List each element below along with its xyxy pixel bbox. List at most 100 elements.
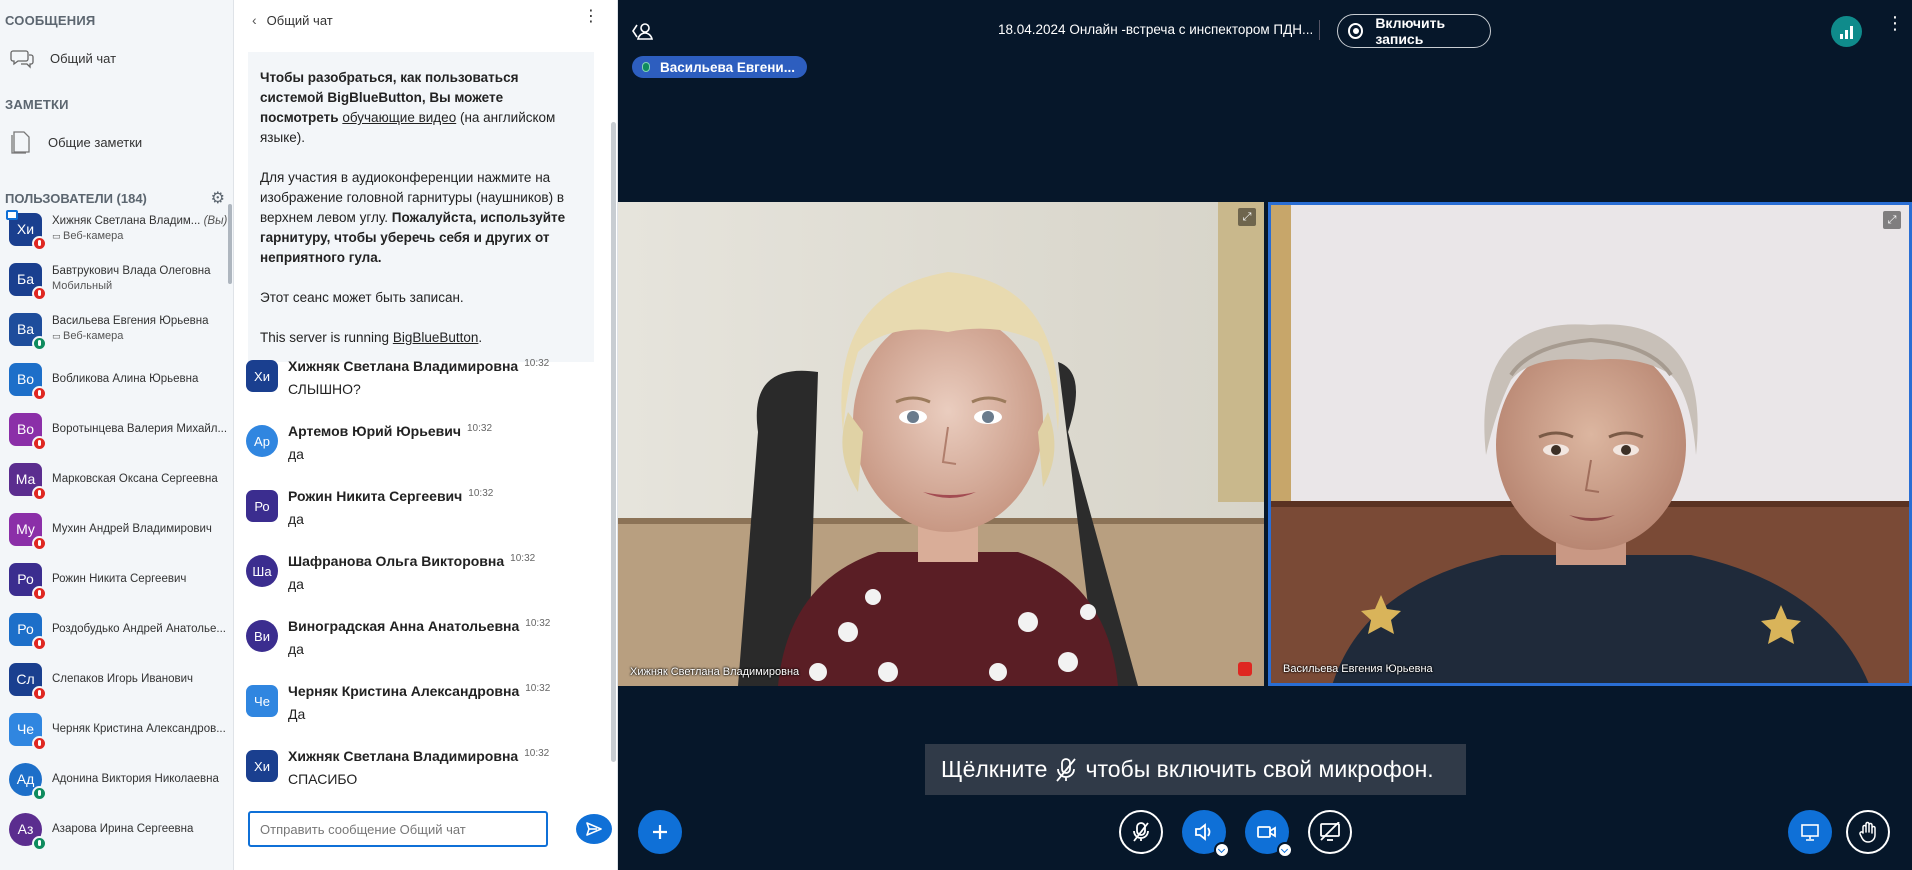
chevron-down-icon[interactable] [1277,842,1293,858]
message-time: 10:32 [525,683,551,694]
user-list-item[interactable]: Во Вобликова Алина Юрьевна [0,354,228,404]
signal-bar-icon [1845,30,1848,39]
avatar: Хи [246,750,278,782]
avatar: Во [9,412,47,451]
muted-mic-icon [32,735,47,751]
avatar-initials: Хи [16,221,35,237]
main-area: 18.04.2024 Онлайн -встреча с инспектором… [618,0,1912,870]
avatar: Ро [246,490,278,522]
message-time: 10:32 [466,423,493,434]
you-label: (Вы) [203,215,227,227]
listen-only-icon [32,785,47,801]
more-options-icon[interactable]: ⋮ [1886,14,1904,32]
video-tile-username[interactable]: Хижняк Светлана Владимировна [630,666,799,678]
user-sub-status: Веб-камера [63,330,124,342]
fullscreen-icon[interactable]: ⤢ [1238,208,1256,226]
message-time: 10:32 [524,358,550,369]
avatar: Че [246,685,278,717]
welcome-message: Чтобы разобраться, как пользоваться сист… [248,52,594,362]
muted-mic-icon [32,535,47,551]
connection-status-button[interactable] [1831,16,1862,47]
message-author: Рожин Никита Сергеевич [288,488,463,504]
avatar: Аз [9,812,47,851]
user-list-item[interactable]: Ро Рожин Никита Сергеевич [0,554,228,604]
raise-hand-button[interactable] [1846,810,1890,854]
chat-scrollbar[interactable] [611,122,616,762]
message-time: 10:32 [524,748,550,759]
chat-message: Ар Артемов Юрий Юрьевич 10:32 да [246,423,596,488]
chat-message-input[interactable] [248,811,548,847]
message-time: 10:32 [510,553,536,564]
avatar-initials: Во [16,371,35,387]
top-bar: 18.04.2024 Онлайн -встреча с инспектором… [618,0,1912,62]
screenshare-button[interactable] [1308,810,1352,854]
user-info: Азарова Ирина Сергеевна [52,822,227,837]
talker-name: Васильева Евгени... [660,59,795,75]
avatar: Ва [9,312,47,351]
chat-title: Общий чат [266,12,333,28]
user-list-item[interactable]: Ро Роздобудько Андрей Анатолье... [0,604,228,654]
chat-icon [10,50,34,69]
tutorial-video-link[interactable]: обучающие видео [342,110,456,125]
audio-button[interactable] [1182,810,1230,858]
user-info: Черняк Кристина Александров... [52,722,227,737]
muted-mic-icon [32,685,47,701]
message-text: да [288,641,304,657]
signal-bar-icon [1840,34,1843,39]
avatar: Ма [9,462,47,501]
avatar: Ша [246,555,278,587]
message-text: да [288,576,304,592]
record-button[interactable]: Включить запись [1337,14,1491,48]
webcam-icon: ▭ [52,331,64,341]
user-list-item[interactable]: Ма Марковская Оксана Сергеевна [0,454,228,504]
webcam-icon: ▭ [52,231,64,241]
video-tile-username[interactable]: Васильева Евгения Юрьевна [1283,663,1433,675]
users-toggle-icon[interactable] [631,20,653,42]
user-list-item[interactable]: Ба Бавтрукович Влада Олеговна Мобильный [0,254,228,304]
shared-notes-link[interactable]: Общие заметки [0,116,233,168]
kebab-menu-icon[interactable]: ⋮ [583,9,599,25]
message-text: СПАСИБО [288,771,358,787]
chat-message: Хи Хижняк Светлана Владимировна 10:32 СЛЫШН… [246,358,596,423]
video-tile-presenter[interactable]: ⤢ Хижняк Светлана Владимировна [618,202,1264,686]
unmute-button[interactable] [1119,810,1163,854]
signal-bar-icon [1850,26,1853,39]
user-list-item[interactable]: Сл Слепаков Игорь Иванович [0,654,228,704]
muted-mic-icon [32,485,47,501]
camera-button[interactable] [1245,810,1293,858]
actions-plus-button[interactable] [638,810,682,854]
avatar-initials: Ро [17,621,34,637]
notes-icon [11,131,30,154]
user-list-item[interactable]: Аз Азарова Ирина Сергеевна [0,804,228,854]
public-chat-link[interactable]: Общий чат [0,32,233,84]
avatar: Ро [9,612,47,651]
presentation-button[interactable] [1788,810,1832,854]
user-info: Роздобудько Андрей Анатолье... [52,622,227,637]
record-icon [1348,23,1364,39]
chat-message: Хи Хижняк Светлана Владимировна 10:32 СПАСИ… [246,748,596,813]
screenshare-off-icon [1320,822,1340,841]
user-list-item[interactable]: Му Мухин Андрей Владимирович [0,504,228,554]
user-list-item[interactable]: Че Черняк Кристина Александров... [0,704,228,754]
user-list-item[interactable]: Во Воротынцева Валерия Михайл... [0,404,228,454]
video-tile-speaker[interactable]: ⤢ Васильева Евгения Юрьевна [1268,202,1912,686]
avatar: Ад [9,762,47,801]
fullscreen-icon[interactable]: ⤢ [1883,211,1901,229]
chevron-down-icon[interactable] [1214,842,1230,858]
user-list-item[interactable]: Ад Адонина Виктория Николаевна [0,754,228,804]
user-info: Васильева Евгения Юрьевна ▭ Веб-камера [52,314,227,344]
bigbluebutton-link[interactable]: BigBlueButton [393,330,479,345]
send-message-button[interactable] [576,814,612,844]
chat-message: Ро Рожин Никита Сергеевич 10:32 да [246,488,596,553]
users-scrollbar[interactable] [228,204,232,284]
user-name: Воротынцева Валерия Михайл... [52,422,227,435]
avatar: Ви [246,620,278,652]
user-list-item[interactable]: Хи Хижняк Светлана Владим... (Вы) ▭ Веб-ка… [0,204,228,254]
user-list-item[interactable]: Ва Васильева Евгения Юрьевна ▭ Веб-камера [0,304,228,354]
avatar-initials: Му [16,521,35,537]
muted-mic-icon [32,385,47,401]
chevron-left-icon[interactable]: ‹ [252,12,257,28]
talking-indicator[interactable]: Васильева Евгени... [632,56,807,78]
avatar-initials: Че [16,721,35,737]
user-name: Адонина Виктория Николаевна [52,772,219,785]
